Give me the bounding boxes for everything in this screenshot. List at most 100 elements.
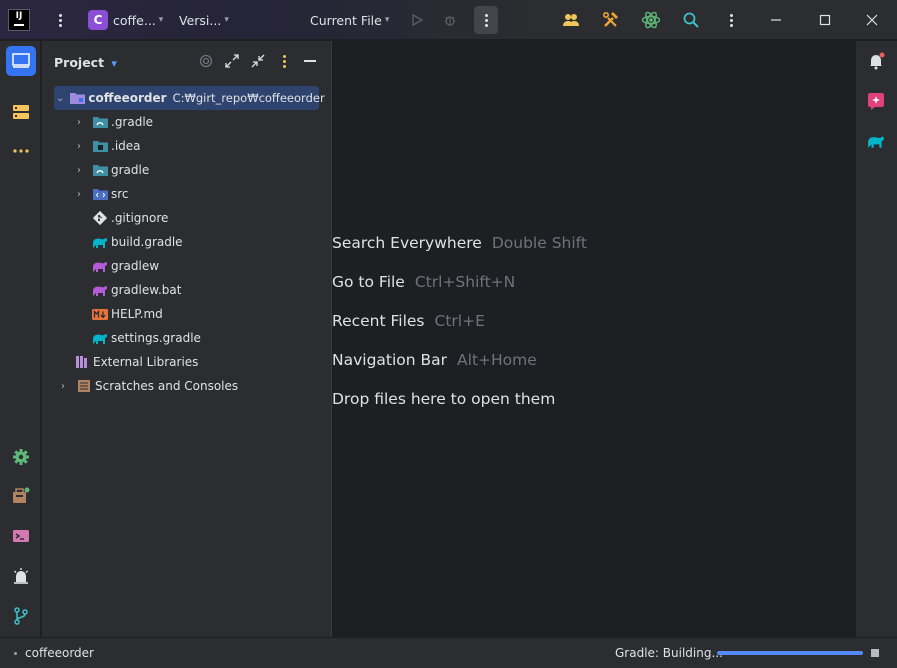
hint-action: Drop files here to open them bbox=[332, 390, 556, 408]
terminal-icon bbox=[13, 530, 29, 542]
tree-node-label: gradlew.bat bbox=[111, 283, 182, 297]
main-menu-button[interactable] bbox=[50, 0, 70, 40]
status-gradle-task[interactable]: Gradle: Building... bbox=[615, 646, 723, 660]
git-tool-button[interactable] bbox=[6, 601, 36, 631]
vcs-label: Versi... bbox=[179, 12, 222, 28]
status-project-breadcrumb[interactable]: coffeeorder bbox=[14, 646, 94, 660]
kebab-menu-icon bbox=[282, 54, 286, 68]
hammer-icon bbox=[602, 11, 618, 27]
intellij-logo-icon[interactable]: IJ bbox=[8, 9, 30, 31]
chevron-down-icon: ▾ bbox=[111, 57, 117, 70]
run-config-selector[interactable]: Current File ▾ bbox=[310, 0, 392, 40]
editor-area[interactable]: Search Everywhere Double Shift Go to File… bbox=[331, 41, 855, 637]
monitor-icon bbox=[12, 53, 30, 68]
chevron-down-icon: ▾ bbox=[384, 15, 390, 25]
locate-file-button[interactable] bbox=[196, 52, 216, 70]
tree-node-label: .gitignore bbox=[111, 211, 169, 225]
run-button[interactable] bbox=[408, 0, 426, 40]
ai-assistant-button[interactable] bbox=[640, 0, 662, 40]
project-selector[interactable]: C coffe... ▾ bbox=[88, 0, 164, 40]
tree-node[interactable]: › src bbox=[72, 182, 129, 206]
expand-all-button[interactable] bbox=[222, 52, 242, 70]
title-bar: IJ C coffe... ▾ Versi... ▾ Current File … bbox=[0, 0, 897, 40]
project-view-selector[interactable]: Project ▾ bbox=[54, 55, 117, 70]
stop-task-button[interactable] bbox=[871, 649, 879, 657]
expand-icon bbox=[225, 54, 239, 68]
services-tool-button[interactable] bbox=[6, 442, 36, 472]
build-tools-button[interactable] bbox=[600, 0, 622, 40]
gradle-elephant-icon bbox=[92, 331, 108, 345]
tree-node[interactable]: › gradle bbox=[72, 158, 149, 182]
gradlew-elephant-icon bbox=[92, 259, 108, 273]
tree-node-label: gradlew bbox=[111, 259, 160, 273]
minimize-button[interactable] bbox=[766, 0, 786, 40]
tree-node[interactable]: › .idea bbox=[72, 134, 141, 158]
build-tool-button[interactable] bbox=[6, 481, 36, 511]
hint-recent-files: Recent Files Ctrl+E bbox=[332, 312, 485, 330]
tree-node-path: C:₩girt_repo₩coffeeorder bbox=[172, 91, 325, 105]
tree-node[interactable]: › Scratches and Consoles bbox=[54, 374, 238, 398]
settings-menu-button[interactable] bbox=[721, 0, 741, 40]
project-badge: C bbox=[88, 10, 108, 30]
project-tool-button[interactable] bbox=[6, 46, 36, 76]
git-file-icon bbox=[92, 211, 108, 225]
status-bar: coffeeorder Gradle: Building... bbox=[0, 637, 897, 668]
collapse-all-button[interactable] bbox=[248, 52, 268, 70]
chevron-right-icon[interactable]: › bbox=[72, 117, 86, 128]
run-config-label: Current File bbox=[310, 12, 382, 28]
hint-action: Go to File bbox=[332, 273, 405, 291]
gradle-folder-icon bbox=[92, 163, 108, 177]
ellipsis-icon bbox=[13, 149, 29, 153]
chevron-down-icon[interactable]: ⌄ bbox=[56, 93, 64, 104]
tree-node-root[interactable]: ⌄ coffeeorder C:₩girt_repo₩coffeeorder bbox=[54, 86, 325, 110]
hide-panel-button[interactable] bbox=[300, 52, 320, 70]
gradle-elephant-icon bbox=[92, 235, 108, 249]
tree-node-label: coffeeorder bbox=[88, 91, 167, 105]
maximize-button[interactable] bbox=[815, 0, 835, 40]
bell-icon bbox=[870, 52, 885, 70]
idea-folder-icon bbox=[92, 139, 108, 153]
close-button[interactable] bbox=[862, 0, 882, 40]
gradle-tool-button[interactable] bbox=[861, 126, 891, 156]
tree-node-label: src bbox=[111, 187, 129, 201]
debug-button[interactable] bbox=[441, 0, 459, 40]
notifications-button[interactable] bbox=[861, 46, 891, 76]
source-folder-icon bbox=[92, 187, 108, 201]
chevron-right-icon[interactable]: › bbox=[72, 189, 86, 200]
tree-node[interactable]: › .gradle bbox=[72, 110, 153, 134]
terminal-tool-button[interactable] bbox=[6, 521, 36, 551]
status-project-name: coffeeorder bbox=[25, 646, 94, 660]
bug-icon bbox=[445, 16, 455, 26]
tree-node[interactable]: gradlew.bat bbox=[92, 278, 181, 302]
progress-fill bbox=[717, 651, 863, 655]
ai-chat-button[interactable] bbox=[861, 86, 891, 116]
tree-node[interactable]: gradlew bbox=[92, 254, 159, 278]
hint-navigation-bar: Navigation Bar Alt+Home bbox=[332, 351, 537, 369]
gear-icon bbox=[13, 449, 29, 465]
chevron-right-icon[interactable]: › bbox=[56, 381, 70, 392]
target-icon bbox=[199, 54, 213, 68]
tree-node-label: settings.gradle bbox=[111, 331, 201, 345]
module-folder-icon bbox=[70, 91, 86, 105]
tree-node-label: gradle bbox=[111, 163, 150, 177]
structure-tool-button[interactable] bbox=[6, 97, 36, 127]
markdown-icon bbox=[92, 307, 108, 321]
tree-node[interactable]: .gitignore bbox=[92, 206, 168, 230]
chevron-right-icon[interactable]: › bbox=[72, 165, 86, 176]
panel-options-button[interactable] bbox=[274, 52, 294, 70]
tree-node[interactable]: build.gradle bbox=[92, 230, 183, 254]
chevron-right-icon[interactable]: › bbox=[72, 141, 86, 152]
code-with-me-button[interactable] bbox=[560, 0, 582, 40]
more-tools-button[interactable] bbox=[6, 136, 36, 166]
tree-node[interactable]: HELP.md bbox=[92, 302, 163, 326]
structure-icon bbox=[13, 105, 29, 119]
library-icon bbox=[74, 355, 90, 369]
vcs-selector[interactable]: Versi... ▾ bbox=[179, 0, 237, 40]
search-button[interactable] bbox=[680, 0, 702, 40]
tree-node[interactable]: settings.gradle bbox=[92, 326, 201, 350]
more-run-actions-button[interactable] bbox=[474, 6, 498, 34]
tree-node[interactable]: External Libraries bbox=[74, 350, 198, 374]
hint-shortcut: Double Shift bbox=[491, 234, 587, 252]
status-progress-bar[interactable] bbox=[717, 651, 863, 655]
problems-tool-button[interactable] bbox=[6, 561, 36, 591]
